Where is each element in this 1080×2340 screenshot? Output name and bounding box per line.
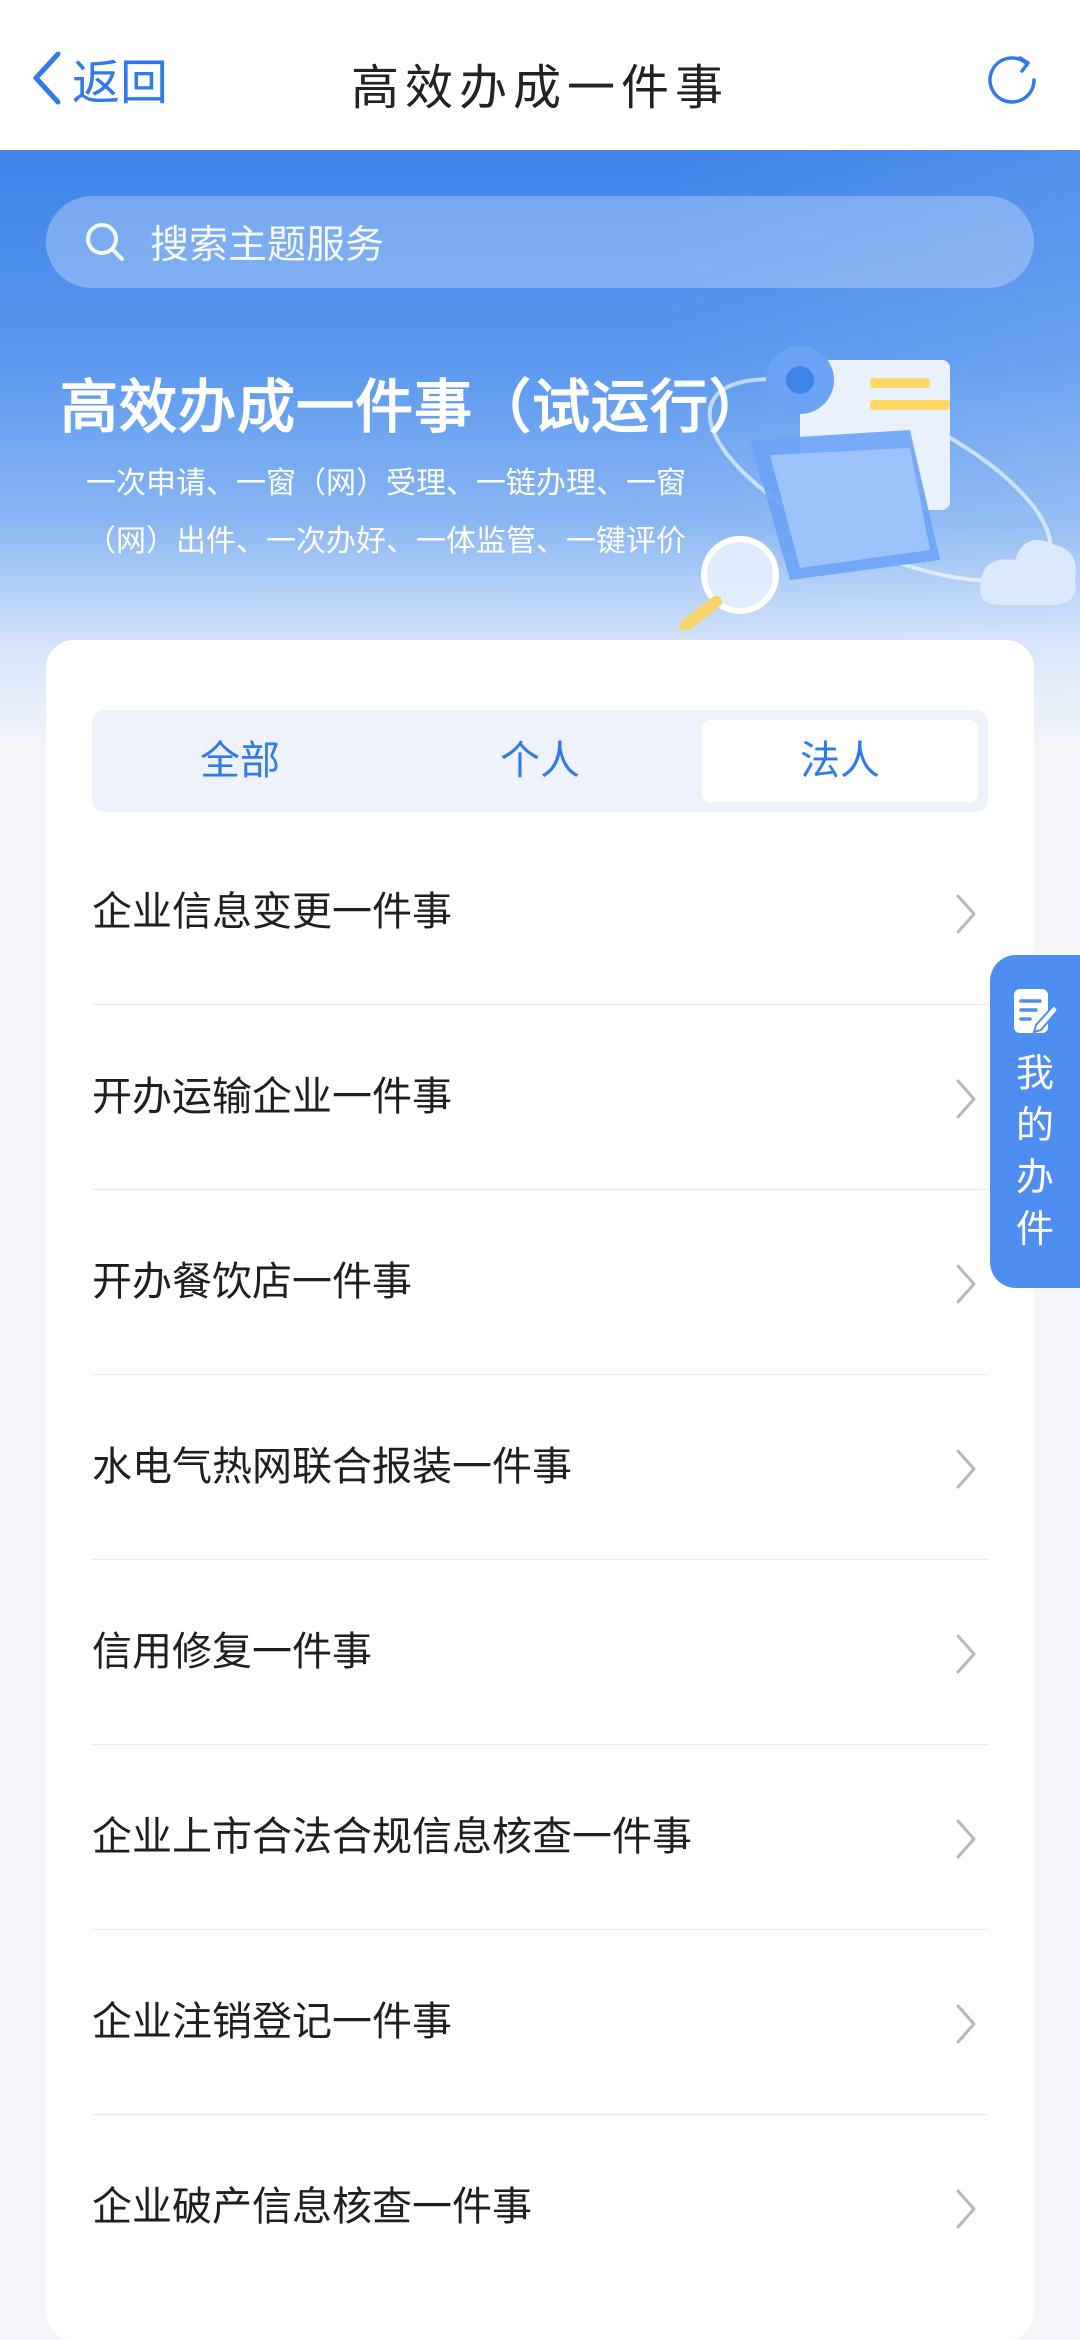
list-item-label: 企业破产信息核查一件事 [92, 2184, 532, 2230]
chevron-right-icon [956, 1449, 976, 1489]
search-bar[interactable]: 搜索主题服务 [46, 196, 1034, 288]
service-list: 企业信息变更一件事 开办运输企业一件事 开办餐饮店一件事 水电气热网联合报装一件… [92, 820, 988, 2299]
category-tabs: 全部 个人 法人 [92, 710, 988, 812]
list-item-label: 企业信息变更一件事 [92, 889, 452, 935]
hero-title: 高效办成一件事（试运行） [60, 373, 769, 441]
my-applications-button[interactable]: 我的办件 [990, 955, 1080, 1288]
tab-all[interactable]: 全部 [102, 720, 378, 802]
chevron-right-icon [956, 1264, 976, 1304]
list-item[interactable]: 企业上市合法合规信息核查一件事 [92, 1745, 988, 1930]
list-item-label: 开办运输企业一件事 [92, 1074, 452, 1120]
list-item-label: 企业注销登记一件事 [92, 1999, 452, 2045]
page-title: 高效办成一件事 [350, 60, 729, 116]
tab-personal[interactable]: 个人 [402, 720, 678, 802]
edit-document-icon [1014, 989, 1060, 1034]
chevron-right-icon [956, 1634, 976, 1674]
folder-illustration-icon [680, 346, 1076, 630]
chevron-right-icon [956, 1079, 976, 1119]
search-icon [86, 223, 124, 261]
list-item-label: 信用修复一件事 [92, 1629, 372, 1675]
list-item[interactable]: 开办餐饮店一件事 [92, 1190, 988, 1375]
refresh-icon[interactable] [984, 50, 1044, 110]
list-item-label: 开办餐饮店一件事 [92, 1259, 412, 1305]
list-item[interactable]: 水电气热网联合报装一件事 [92, 1375, 988, 1560]
chevron-right-icon [956, 894, 976, 934]
list-item[interactable]: 企业注销登记一件事 [92, 1930, 988, 2115]
chevron-right-icon [956, 2004, 976, 2044]
search-input[interactable]: 搜索主题服务 [150, 214, 384, 270]
chevron-right-icon [956, 1819, 976, 1859]
tab-legal-person[interactable]: 法人 [702, 720, 978, 802]
top-bar: 返回 高效办成一件事 [0, 0, 1080, 150]
list-item[interactable]: 企业信息变更一件事 [92, 820, 988, 1005]
chevron-right-icon [956, 2189, 976, 2229]
list-item[interactable]: 信用修复一件事 [92, 1560, 988, 1745]
my-applications-label: 我的办件 [1015, 1051, 1054, 1251]
list-item[interactable]: 企业破产信息核查一件事 [92, 2115, 988, 2299]
list-item[interactable]: 开办运输企业一件事 [92, 1005, 988, 1190]
content-card: 全部 个人 法人 企业信息变更一件事 开办运输企业一件事 开办餐饮店一件事 水电… [46, 640, 1034, 2340]
list-item-label: 水电气热网联合报装一件事 [92, 1444, 572, 1490]
list-item-label: 企业上市合法合规信息核查一件事 [92, 1814, 692, 1860]
hero-subtitle: 一次申请、一窗（网）受理、一链办理、一窗（网）出件、一次办好、一体监管、一键评价 [86, 466, 686, 559]
